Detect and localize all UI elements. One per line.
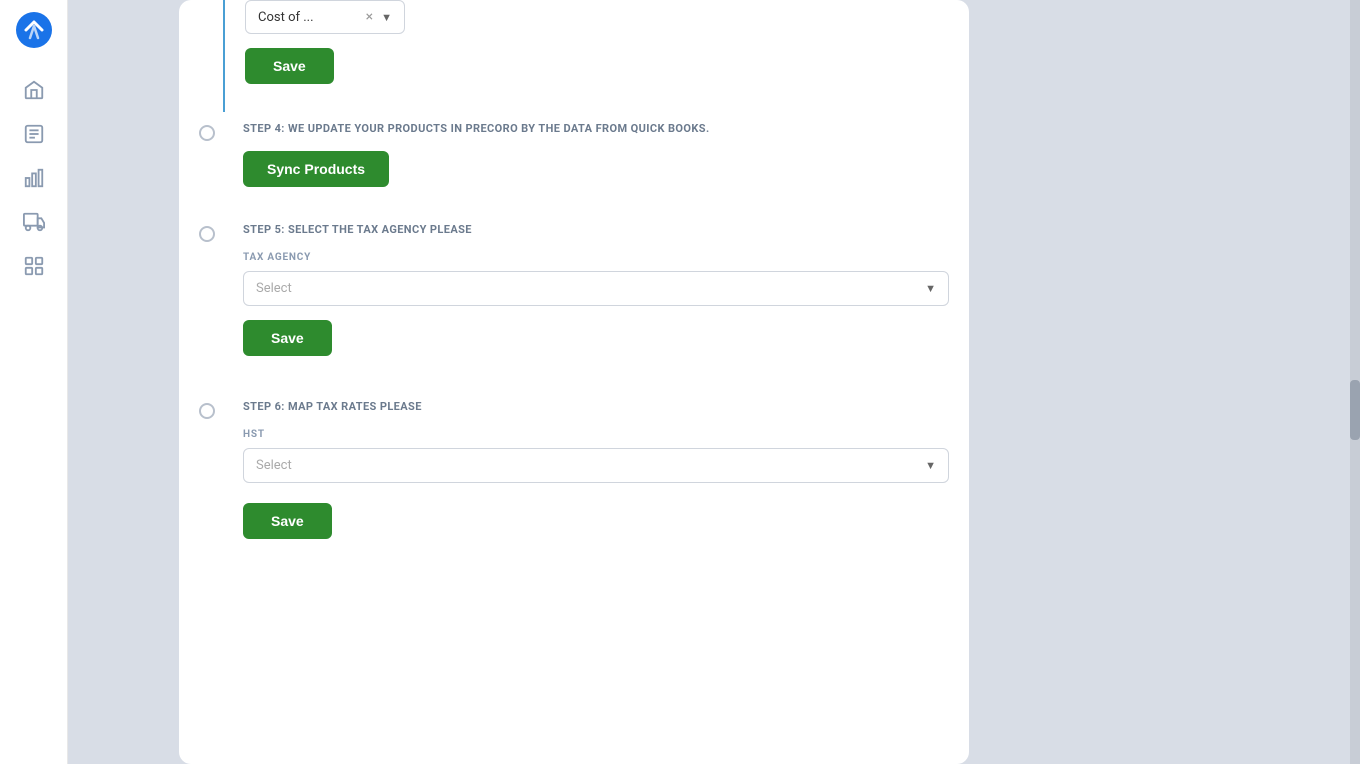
hst-field: HST Select ▼	[243, 429, 949, 483]
step6-save-wrapper: Save	[243, 503, 949, 547]
hst-select[interactable]: Select ▼	[243, 448, 949, 483]
step4-label: STEP 4: WE UPDATE YOUR PRODUCTS IN PRECO…	[243, 122, 949, 135]
step6-content: STEP 6: MAP TAX RATES PLEASE HST Select …	[215, 400, 949, 567]
step5-block: STEP 5: SELECT THE TAX AGENCY PLEASE TAX…	[199, 207, 949, 384]
cost-field-content: Cost of ... × ▼ Save	[223, 0, 405, 112]
sidebar-item-orders[interactable]	[16, 116, 52, 152]
step6-label: STEP 6: MAP TAX RATES PLEASE	[243, 400, 949, 413]
right-panel	[1080, 0, 1360, 764]
hst-select-placeholder: Select	[256, 458, 925, 473]
cost-of-value: Cost of ...	[258, 10, 358, 25]
app-logo[interactable]	[16, 12, 52, 48]
hst-chevron-icon: ▼	[925, 459, 936, 472]
steps-container: Cost of ... × ▼ Save STEP 4: WE UPDATE Y…	[179, 0, 969, 607]
tax-agency-select-placeholder: Select	[256, 281, 925, 296]
step5-save-button[interactable]: Save	[243, 320, 332, 356]
tax-agency-chevron-icon: ▼	[925, 282, 936, 295]
sync-products-button[interactable]: Sync Products	[243, 151, 389, 187]
step4-content: STEP 4: WE UPDATE YOUR PRODUCTS IN PRECO…	[215, 122, 949, 207]
hst-label: HST	[243, 429, 949, 440]
sidebar-item-delivery[interactable]	[16, 204, 52, 240]
step6-save-button[interactable]: Save	[243, 503, 332, 539]
step4-block: STEP 4: WE UPDATE YOUR PRODUCTS IN PRECO…	[199, 112, 949, 207]
main-content: Cost of ... × ▼ Save STEP 4: WE UPDATE Y…	[68, 0, 1080, 764]
top-save-button[interactable]: Save	[245, 48, 334, 84]
sidebar-item-settings[interactable]	[16, 248, 52, 284]
step5-radio[interactable]	[199, 226, 215, 242]
scrollbar-track	[1350, 0, 1360, 764]
cost-of-chevron-icon: ▼	[381, 11, 392, 24]
step6-block: STEP 6: MAP TAX RATES PLEASE HST Select …	[199, 384, 949, 567]
step4-radio[interactable]	[199, 125, 215, 141]
cost-field-section: Cost of ... × ▼ Save	[199, 0, 949, 112]
content-card: Cost of ... × ▼ Save STEP 4: WE UPDATE Y…	[179, 0, 969, 764]
tax-agency-field: TAX AGENCY Select ▼	[243, 252, 949, 306]
sidebar	[0, 0, 68, 764]
step6-radio[interactable]	[199, 403, 215, 419]
cost-of-clear-icon[interactable]: ×	[366, 9, 373, 25]
step5-content: STEP 5: SELECT THE TAX AGENCY PLEASE TAX…	[215, 223, 949, 384]
tax-agency-select[interactable]: Select ▼	[243, 271, 949, 306]
sidebar-item-analytics[interactable]	[16, 160, 52, 196]
step5-label: STEP 5: SELECT THE TAX AGENCY PLEASE	[243, 223, 949, 236]
tax-agency-label: TAX AGENCY	[243, 252, 949, 263]
scrollbar-thumb[interactable]	[1350, 380, 1360, 440]
sidebar-item-home[interactable]	[16, 72, 52, 108]
cost-of-select[interactable]: Cost of ... × ▼	[245, 0, 405, 34]
